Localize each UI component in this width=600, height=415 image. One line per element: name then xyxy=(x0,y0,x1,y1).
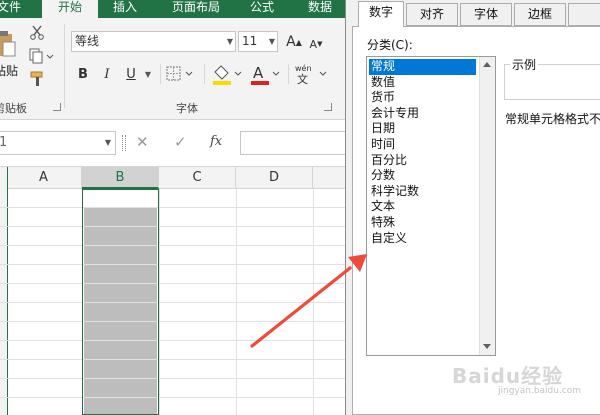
annotation-arrow xyxy=(250,254,367,348)
baidu-watermark: Baidu经验 xyxy=(452,364,564,388)
tab-number[interactable]: 数字 xyxy=(358,1,404,27)
baidu-watermark-url: jingyan.baidu.com xyxy=(498,386,582,396)
